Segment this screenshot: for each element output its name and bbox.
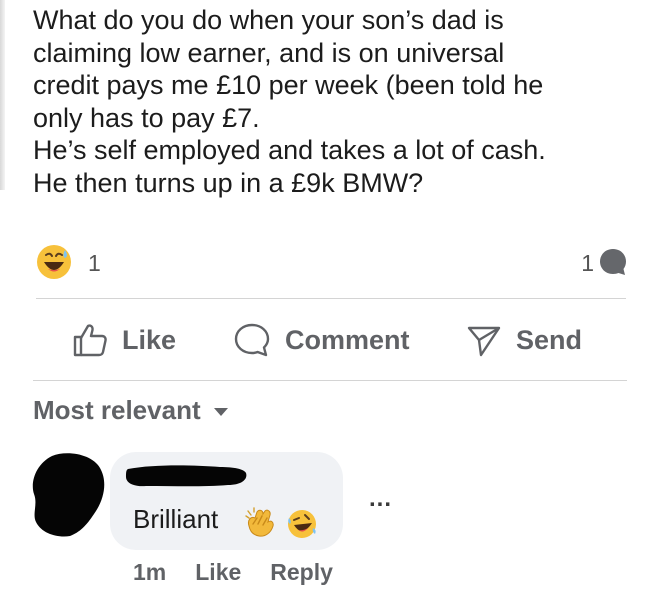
window-edge <box>0 0 5 190</box>
send-button[interactable]: Send <box>466 318 582 362</box>
comment-bubble[interactable]: Brilliant <box>110 452 343 550</box>
post-actions: Like Comment Send <box>0 312 652 368</box>
like-button[interactable]: Like <box>72 318 176 362</box>
comment-timestamp: 1m <box>133 558 167 585</box>
comment-reply-link[interactable]: Reply <box>270 559 333 586</box>
comment-button-label: Comment <box>285 324 410 355</box>
comments-count[interactable]: 1 <box>581 250 594 277</box>
divider-top <box>36 298 626 299</box>
like-button-label: Like <box>122 324 177 355</box>
post-text: What do you do when your son’s dad is cl… <box>33 5 546 198</box>
comment-button[interactable]: Comment <box>233 318 410 362</box>
clapping-hands-emoji-icon <box>245 507 274 537</box>
comment-meta: 1m Like Reply <box>133 556 362 588</box>
comment-like-link[interactable]: Like <box>195 559 241 586</box>
comment-icon <box>234 323 270 357</box>
avatar[interactable] <box>22 448 114 540</box>
comment-text: Brilliant <box>133 504 219 534</box>
comment-sort-dropdown[interactable]: Most relevant <box>33 390 229 430</box>
divider-bottom <box>33 380 627 381</box>
send-button-label: Send <box>516 324 583 355</box>
comment-bubble-icon <box>600 249 626 275</box>
caret-down-icon <box>213 408 228 416</box>
reactions-summary[interactable]: 1 1 <box>36 244 628 280</box>
sort-label: Most relevant <box>33 394 201 425</box>
thumbs-up-icon <box>73 324 107 357</box>
comment-more-options-button[interactable]: ... <box>369 487 392 511</box>
grinning-sweat-emoji-icon <box>37 245 71 279</box>
reaction-count: 1 <box>88 250 101 276</box>
rolling-laughing-emoji-icon <box>288 510 316 538</box>
redacted-author-name <box>126 465 247 487</box>
send-icon <box>467 326 501 357</box>
